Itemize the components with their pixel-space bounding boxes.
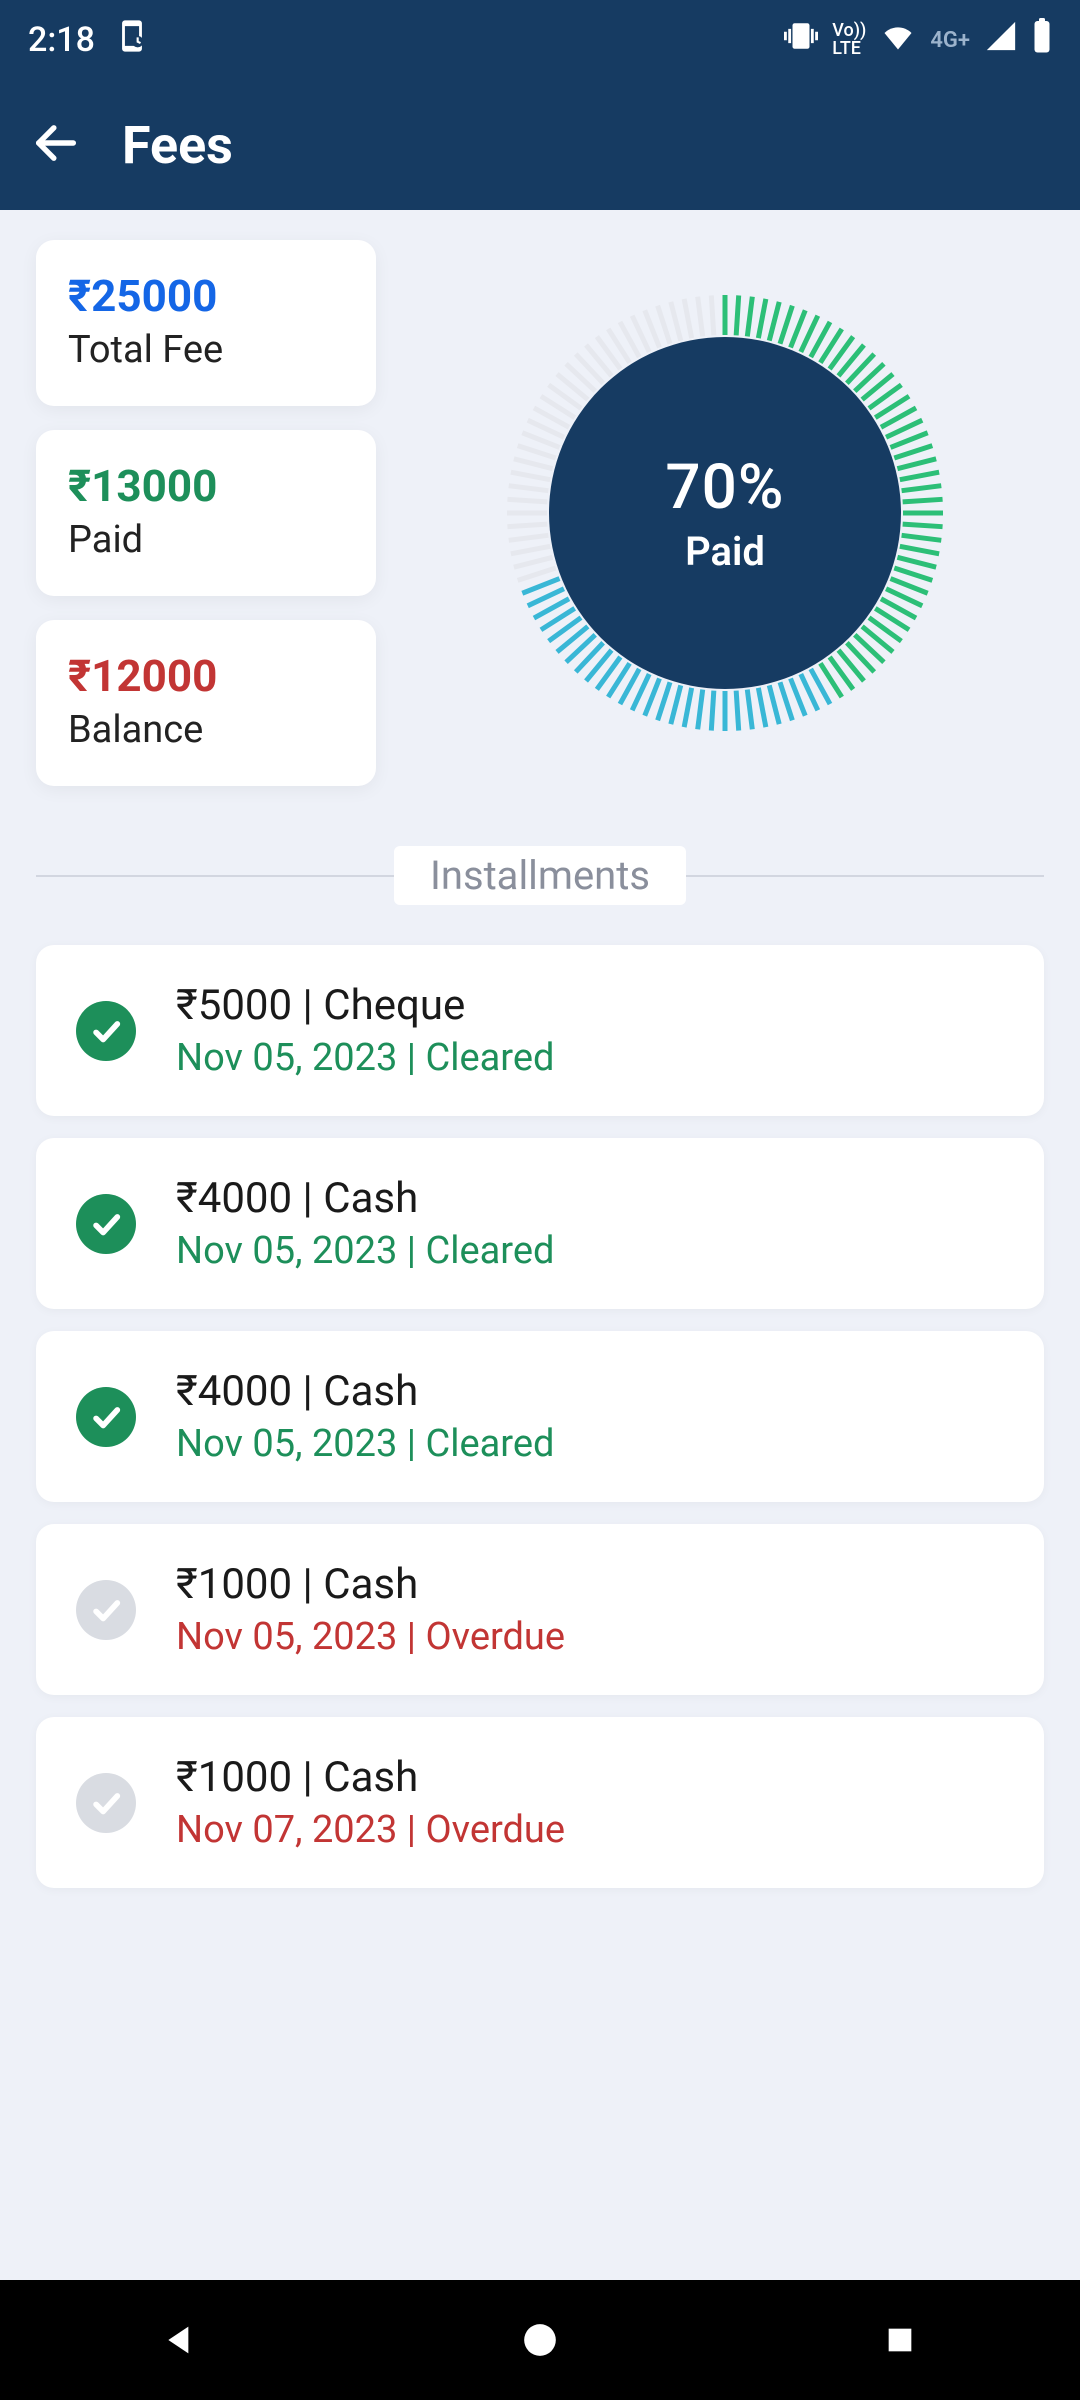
network-type-label: 4G+ [930, 28, 970, 53]
fee-summary: ₹25000 Total Fee ₹13000 Paid ₹12000 Bala… [36, 240, 1044, 786]
pending-icon [76, 1580, 136, 1640]
balance-label: Balance [68, 708, 344, 752]
installment-title: ₹4000 | Cash [176, 1174, 554, 1223]
total-fee-amount: ₹25000 [68, 270, 344, 322]
installment-status: Nov 05, 2023 | Cleared [176, 1422, 554, 1466]
back-button[interactable] [30, 117, 82, 173]
check-icon [76, 1001, 136, 1061]
installment-status: Nov 07, 2023 | Overdue [176, 1808, 565, 1852]
pending-icon [76, 1773, 136, 1833]
installment-title: ₹1000 | Cash [176, 1753, 565, 1802]
paid-amount: ₹13000 [68, 460, 344, 512]
progress-gauge-wrap: 70% Paid [406, 240, 1044, 786]
nav-back-button[interactable] [150, 2310, 210, 2370]
paid-card[interactable]: ₹13000 Paid [36, 430, 376, 596]
installment-status: Nov 05, 2023 | Cleared [176, 1036, 554, 1080]
installment-row[interactable]: ₹1000 | Cash Nov 07, 2023 | Overdue [36, 1717, 1044, 1888]
data-saver-icon [115, 19, 149, 62]
installment-title: ₹4000 | Cash [176, 1367, 554, 1416]
gauge-label: Paid [685, 528, 765, 575]
installment-title: ₹1000 | Cash [176, 1560, 565, 1609]
appbar: Fees [0, 80, 1080, 210]
volte-icon: Vo)) LTE [832, 22, 866, 58]
system-navbar [0, 2280, 1080, 2400]
paid-label: Paid [68, 518, 344, 562]
check-icon [76, 1194, 136, 1254]
wifi-icon [880, 18, 916, 63]
vibrate-icon [784, 19, 818, 62]
installments-separator: Installments [36, 846, 1044, 905]
gauge-percent: 70% [665, 451, 784, 524]
total-fee-label: Total Fee [68, 328, 344, 372]
installment-status: Nov 05, 2023 | Cleared [176, 1229, 554, 1273]
installment-status: Nov 05, 2023 | Overdue [176, 1615, 565, 1659]
statusbar-time: 2:18 [28, 20, 95, 60]
installments-list: ₹5000 | ChequeNov 05, 2023 | Cleared₹400… [36, 945, 1044, 1888]
battery-icon [1032, 18, 1052, 63]
balance-amount: ₹12000 [68, 650, 344, 702]
cellular-signal-icon [984, 19, 1018, 62]
page-title: Fees [122, 115, 233, 176]
total-fee-card[interactable]: ₹25000 Total Fee [36, 240, 376, 406]
installment-row[interactable]: ₹1000 | Cash Nov 05, 2023 | Overdue [36, 1524, 1044, 1695]
statusbar: 2:18 Vo)) LTE 4G+ [0, 0, 1080, 80]
check-icon [76, 1387, 136, 1447]
nav-recents-button[interactable] [870, 2310, 930, 2370]
installment-row[interactable]: ₹4000 | Cash Nov 05, 2023 | Cleared [36, 1331, 1044, 1502]
content-area: ₹25000 Total Fee ₹13000 Paid ₹12000 Bala… [0, 210, 1080, 1888]
balance-card[interactable]: ₹12000 Balance [36, 620, 376, 786]
installment-row[interactable]: ₹5000 | Cheque Nov 05, 2023 | Cleared [36, 945, 1044, 1116]
installment-row[interactable]: ₹4000 | Cash Nov 05, 2023 | Cleared [36, 1138, 1044, 1309]
nav-home-button[interactable] [510, 2310, 570, 2370]
installment-title: ₹5000 | Cheque [176, 981, 554, 1030]
installments-title: Installments [394, 846, 686, 905]
progress-gauge: 70% Paid [505, 293, 945, 733]
